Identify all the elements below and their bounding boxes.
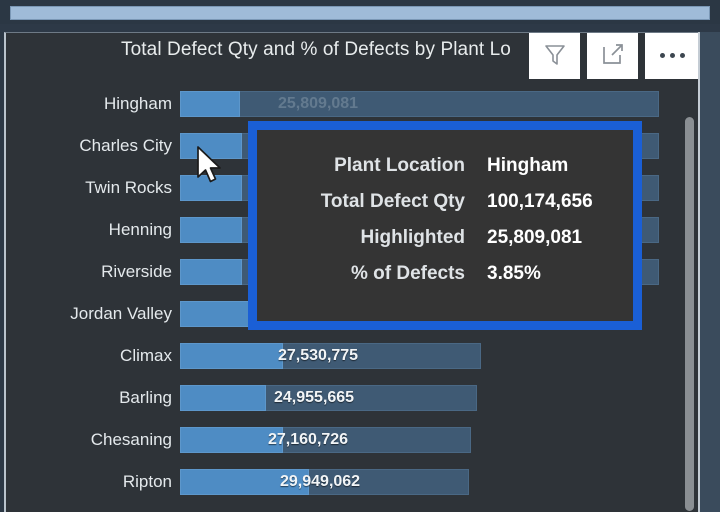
filter-button[interactable] (529, 33, 580, 79)
focus-expand-icon (600, 42, 626, 68)
bar-highlight-segment[interactable] (180, 133, 242, 159)
tooltip-value: 25,809,081 (487, 226, 583, 248)
chart-bar-row[interactable]: Ripton 29,949,062 (6, 465, 686, 499)
category-label[interactable]: Chesaning (6, 423, 172, 457)
category-label[interactable]: Ripton (6, 465, 172, 499)
bar-chart-visual[interactable]: Total Defect Qty and % of Defects by Pla… (4, 32, 710, 512)
tooltip-key: % of Defects (350, 262, 465, 284)
right-gutter (698, 32, 720, 512)
category-label[interactable]: Jordan Valley (6, 297, 172, 331)
bar-highlight-segment[interactable] (180, 343, 283, 369)
top-strip (0, 0, 720, 24)
tooltip-row: Highlighted 25,809,081 (269, 227, 611, 263)
tooltip-value: 3.85% (487, 262, 541, 284)
category-label[interactable]: Henning (6, 213, 172, 247)
bar-highlight-segment[interactable] (180, 175, 242, 201)
bar-value-label: 29,949,062 (280, 473, 361, 490)
ellipsis-icon (659, 52, 685, 58)
report-canvas: Total Defect Qty and % of Defects by Pla… (0, 0, 720, 512)
category-label[interactable]: Barling (6, 381, 172, 415)
chart-bar-row[interactable]: Hingham 25,809,081 (6, 87, 686, 121)
bar-highlight-segment[interactable] (180, 259, 242, 285)
bar-total-segment[interactable] (180, 91, 659, 117)
bar-value-label: 27,530,775 (278, 347, 359, 364)
top-gap (0, 24, 720, 32)
tooltip-key: Plant Location (334, 154, 465, 176)
scrollbar-thumb[interactable] (685, 117, 694, 511)
bar-track[interactable] (180, 91, 659, 117)
tooltip-key: Total Defect Qty (320, 190, 465, 212)
bar-value-label: 24,955,665 (274, 389, 355, 406)
focus-mode-button[interactable] (587, 33, 638, 79)
data-point-tooltip: Plant Location Hingham Total Defect Qty … (248, 121, 642, 330)
top-accent-bar (10, 6, 710, 20)
tooltip-row: % of Defects 3.85% (269, 263, 611, 299)
tooltip-key: Highlighted (360, 226, 465, 248)
bar-value-label: 25,809,081 (278, 95, 359, 112)
chart-bar-row[interactable]: Barling 24,955,665 (6, 381, 686, 415)
more-options-button[interactable] (645, 33, 699, 79)
bar-value-label: 27,160,726 (268, 431, 349, 448)
chart-bar-row[interactable]: Climax 27,530,775 (6, 339, 686, 373)
toolbar-divider-2 (640, 33, 643, 79)
tooltip-body: Plant Location Hingham Total Defect Qty … (257, 130, 633, 321)
category-label[interactable]: Twin Rocks (6, 171, 172, 205)
bar-highlight-segment[interactable] (180, 385, 266, 411)
category-label[interactable]: Riverside (6, 255, 172, 289)
chart-bar-row[interactable]: Chesaning 27,160,726 (6, 423, 686, 457)
tooltip-row: Plant Location Hingham (269, 155, 611, 191)
visual-header-toolbar[interactable] (529, 33, 699, 79)
category-label[interactable]: Charles City (6, 129, 172, 163)
bar-highlight-segment[interactable] (180, 91, 240, 117)
bar-highlight-segment[interactable] (180, 217, 242, 243)
tooltip-value: 100,174,656 (487, 190, 593, 212)
category-label[interactable]: Hingham (6, 87, 172, 121)
vertical-scrollbar[interactable] (682, 83, 696, 511)
category-label[interactable]: Climax (6, 339, 172, 373)
filter-icon (542, 42, 568, 68)
tooltip-value: Hingham (487, 154, 569, 176)
tooltip-row: Total Defect Qty 100,174,656 (269, 191, 611, 227)
toolbar-divider-1 (582, 33, 585, 79)
